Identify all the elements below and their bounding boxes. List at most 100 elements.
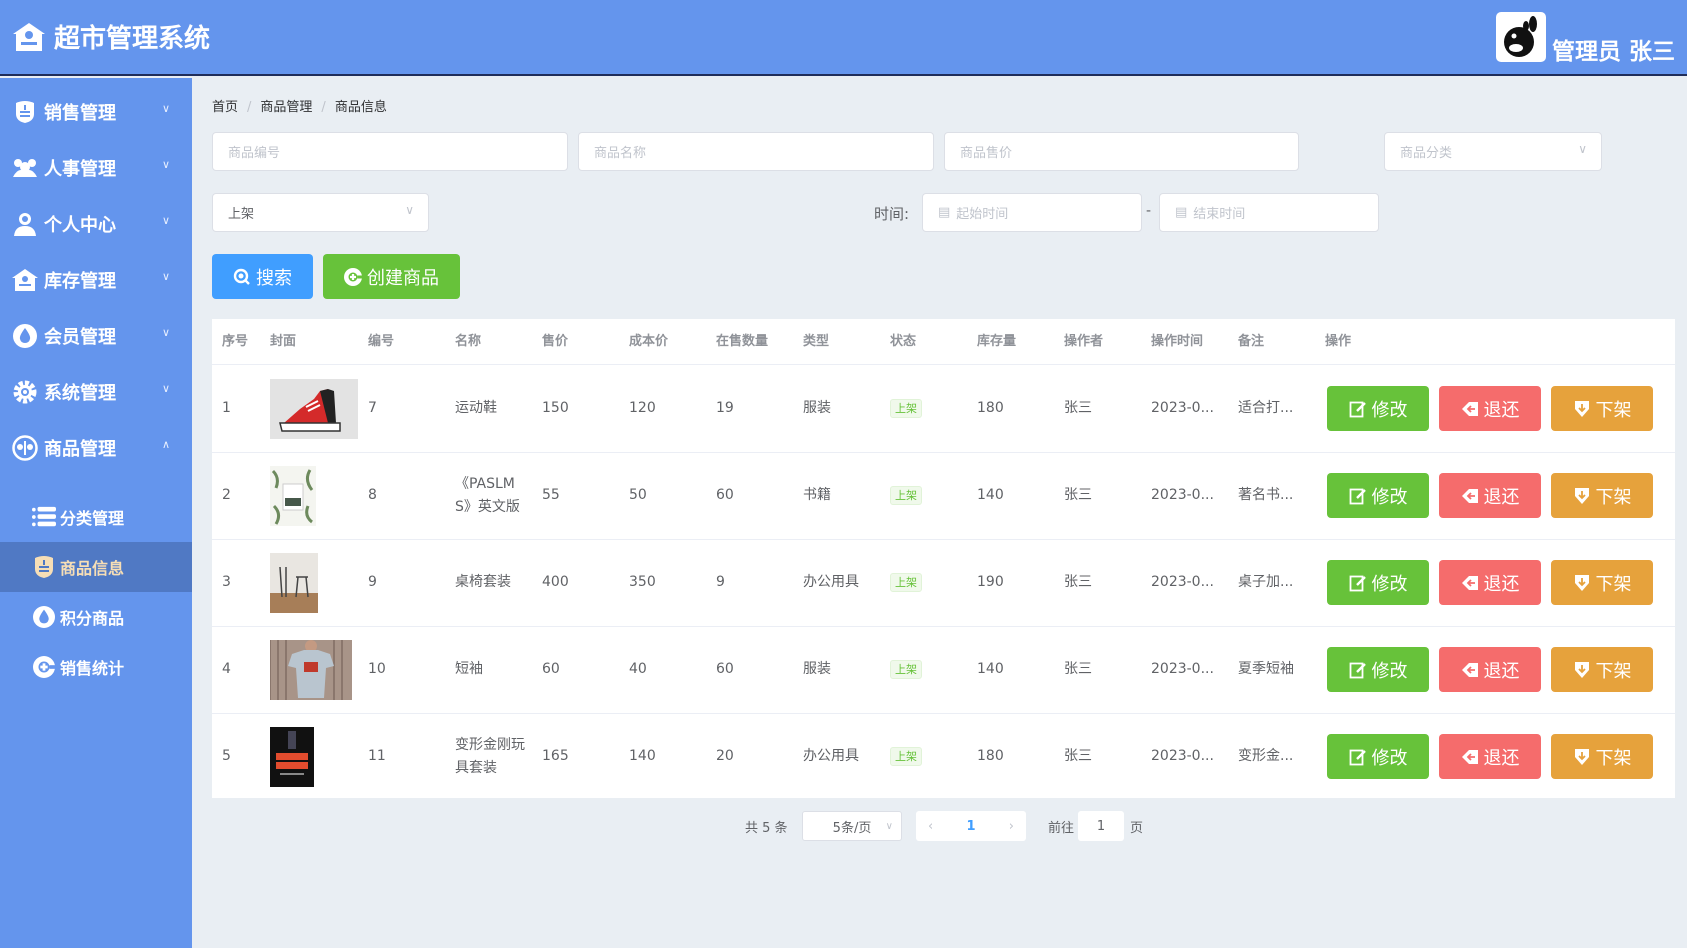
- avatar[interactable]: [1495, 12, 1546, 62]
- user-icon: [14, 213, 36, 236]
- page-number[interactable]: 1: [966, 819, 975, 834]
- prev-page-icon[interactable]: ‹: [928, 819, 933, 834]
- cell-code: 10: [368, 661, 386, 677]
- menu-inventory[interactable]: 库存管理 ∨: [0, 252, 192, 308]
- col-note[interactable]: 备注: [1238, 319, 1264, 364]
- cell-time: 2023-0...: [1151, 661, 1214, 677]
- arrow-left-icon: [1461, 401, 1478, 416]
- status-select[interactable]: 上架 ∨: [212, 193, 429, 232]
- off-shelf-button[interactable]: 下架: [1551, 734, 1653, 779]
- menu-sales[interactable]: 销售管理 ∨: [0, 84, 192, 140]
- cell-index: 1: [222, 400, 231, 416]
- cell-type: 书籍: [803, 487, 831, 503]
- col-index[interactable]: 序号: [222, 319, 248, 364]
- return-button[interactable]: 退还: [1439, 560, 1541, 605]
- edit-button[interactable]: 修改: [1327, 473, 1429, 518]
- col-code[interactable]: 编号: [368, 319, 394, 364]
- status-cell: 上架: [890, 539, 922, 626]
- menu-label: 会员管理: [44, 327, 116, 348]
- cell-name: 运动鞋: [455, 400, 497, 416]
- calendar-icon: ▤: [938, 205, 951, 220]
- end-time-input[interactable]: ▤ 结束时间: [1159, 193, 1379, 232]
- user-info[interactable]: 管理员 张三: [1495, 12, 1675, 65]
- sub-item-label: 分类管理: [60, 509, 125, 528]
- col-type[interactable]: 类型: [803, 319, 829, 364]
- breadcrumb-goods-mgmt[interactable]: 商品管理: [260, 100, 312, 115]
- sub-item-goods-info[interactable]: 商品信息: [0, 542, 192, 592]
- button-label: 下架: [1595, 747, 1632, 769]
- col-actions[interactable]: 操作: [1325, 319, 1351, 364]
- cell-on-sale: 9: [716, 574, 725, 590]
- menu-label: 商品管理: [44, 439, 116, 460]
- cell-index: 4: [222, 661, 231, 677]
- plus-circle-icon: [344, 267, 362, 286]
- off-shelf-button[interactable]: 下架: [1551, 647, 1653, 692]
- menu-goods[interactable]: 商品管理 ∧: [0, 420, 192, 476]
- chevron-down-icon: ∨: [885, 820, 893, 832]
- goods-category-select[interactable]: 商品分类 ∨: [1384, 132, 1602, 171]
- return-button[interactable]: 退还: [1439, 473, 1541, 518]
- off-shelf-button[interactable]: 下架: [1551, 560, 1653, 605]
- menu-profile[interactable]: 个人中心 ∨: [0, 196, 192, 252]
- page-size-select[interactable]: 5条/页 ∨: [802, 811, 902, 841]
- edit-button[interactable]: 修改: [1327, 560, 1429, 605]
- arrow-left-icon: [1461, 662, 1478, 677]
- button-label: 退还: [1483, 660, 1520, 682]
- goto-page-input[interactable]: 1: [1078, 811, 1124, 841]
- app-logo: 超市管理系统: [12, 18, 210, 55]
- col-cover[interactable]: 封面: [270, 319, 296, 364]
- start-time-input[interactable]: ▤ 起始时间: [922, 193, 1142, 232]
- edit-button[interactable]: 修改: [1327, 734, 1429, 779]
- off-shelf-button[interactable]: 下架: [1551, 386, 1653, 431]
- menu-hr[interactable]: 人事管理 ∨: [0, 140, 192, 196]
- col-status[interactable]: 状态: [890, 319, 916, 364]
- goods-code-input[interactable]: 商品编号: [212, 132, 568, 171]
- col-time[interactable]: 操作时间: [1151, 319, 1203, 364]
- search-button[interactable]: 搜索: [212, 254, 313, 299]
- return-button[interactable]: 退还: [1439, 734, 1541, 779]
- cell-on-sale: 60: [716, 661, 734, 677]
- status-badge: 上架: [890, 573, 922, 592]
- app-header: 超市管理系统 管理员 张三: [0, 0, 1687, 76]
- chevron-down-icon: ∨: [161, 214, 170, 227]
- menu-member[interactable]: 会员管理 ∨: [0, 308, 192, 364]
- return-button[interactable]: 退还: [1439, 386, 1541, 431]
- calendar-icon: ▤: [1175, 205, 1188, 220]
- sidebar: 销售管理 ∨ 人事管理 ∨ 个人中心 ∨ 库存管理 ∨ 会员管理 ∨ 系统管理 …: [0, 78, 192, 948]
- return-button[interactable]: 退还: [1439, 647, 1541, 692]
- cell-operator: 张三: [1064, 661, 1092, 677]
- cell-stock: 180: [977, 748, 1004, 764]
- warehouse-icon: [12, 269, 38, 291]
- create-goods-button[interactable]: 创建商品: [323, 254, 460, 299]
- col-operator[interactable]: 操作者: [1064, 319, 1103, 364]
- menu-system[interactable]: 系统管理 ∨: [0, 364, 192, 420]
- status-cell: 上架: [890, 452, 922, 539]
- status-badge: 上架: [890, 486, 922, 505]
- arrow-down-icon: [1574, 487, 1589, 504]
- breadcrumb-home[interactable]: 首页: [212, 100, 238, 115]
- col-on-sale[interactable]: 在售数量: [716, 319, 768, 364]
- cell-index: 2: [222, 487, 231, 503]
- next-page-icon[interactable]: ›: [1009, 819, 1014, 834]
- sub-item-category[interactable]: 分类管理: [0, 492, 192, 542]
- col-stock[interactable]: 库存量: [977, 319, 1016, 364]
- sub-item-sales-stats[interactable]: 销售统计: [0, 642, 192, 692]
- chevron-up-icon: ∧: [161, 438, 170, 451]
- menu-label: 个人中心: [44, 215, 116, 236]
- cell-code: 11: [368, 748, 386, 764]
- off-shelf-button[interactable]: 下架: [1551, 473, 1653, 518]
- sub-item-points-goods[interactable]: 积分商品: [0, 592, 192, 642]
- col-price[interactable]: 售价: [542, 319, 568, 364]
- col-name[interactable]: 名称: [455, 319, 481, 364]
- edit-button[interactable]: 修改: [1327, 386, 1429, 431]
- goods-price-input[interactable]: 商品售价: [944, 132, 1299, 171]
- goods-name-input[interactable]: 商品名称: [578, 132, 934, 171]
- plus-circle-icon: [33, 656, 55, 678]
- cell-operator: 张三: [1064, 574, 1092, 590]
- edit-button[interactable]: 修改: [1327, 647, 1429, 692]
- cell-index: 3: [222, 574, 231, 590]
- chevron-down-icon: ∨: [161, 382, 170, 395]
- col-cost[interactable]: 成本价: [629, 319, 668, 364]
- cell-type: 办公用具: [803, 748, 859, 764]
- table-row: 5 11 变形金刚玩具套装 165 140 20 办公用具 上架 180 张三 2023-0... 变…: [212, 713, 1675, 800]
